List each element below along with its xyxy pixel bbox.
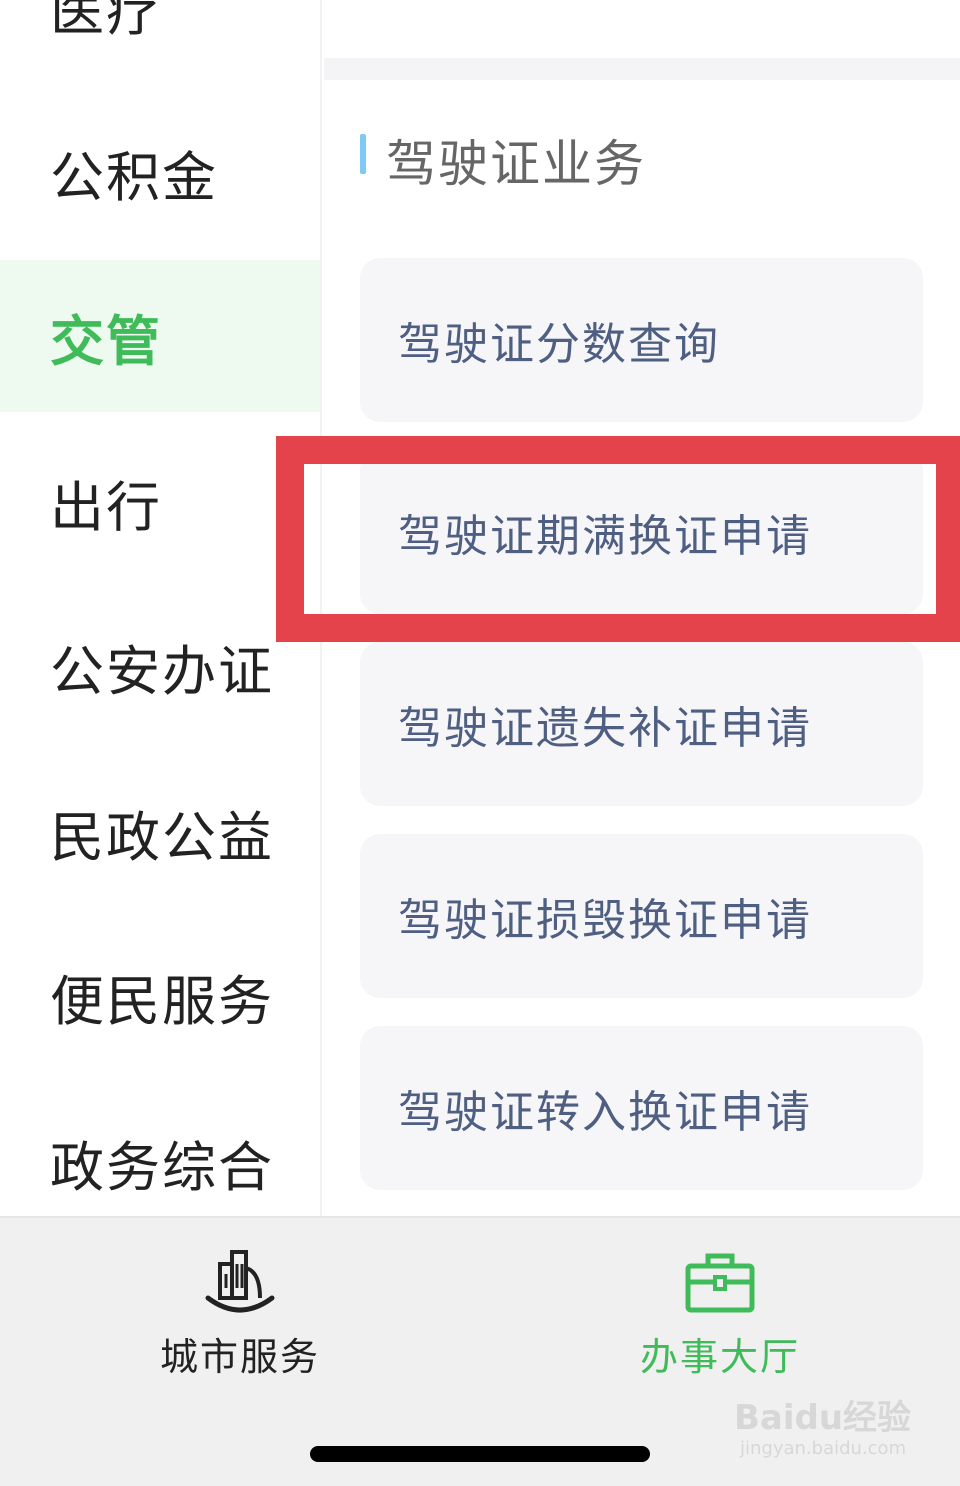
sidebar-item-label: 交管 [50,309,162,373]
briefcase-icon [685,1253,755,1313]
service-label: 驾驶证转入换证申请 [398,1087,812,1138]
service-label: 驾驶证分数查询 [398,319,720,370]
home-indicator[interactable] [310,1446,650,1462]
sidebar-item-label: 便民服务 [50,969,274,1033]
service-damage-replacement[interactable]: 驾驶证损毁换证申请 [360,834,923,998]
sidebar-item-convenience[interactable]: 便民服务 [0,920,320,1072]
city-building-icon [205,1250,275,1313]
sidebar-item-label: 出行 [50,475,162,539]
service-label: 驾驶证遗失补证申请 [398,703,812,754]
sidebar-item-housing-fund[interactable]: 公积金 [0,96,320,248]
sidebar-item-travel[interactable]: 出行 [0,426,320,578]
sidebar-item-label: 公积金 [50,145,218,209]
tab-city-services[interactable]: 城市服务 [90,1218,390,1398]
service-loss-replacement[interactable]: 驾驶证遗失补证申请 [360,642,923,806]
service-score-query[interactable]: 驾驶证分数查询 [360,258,923,422]
sidebar-item-government[interactable]: 政务综合 [0,1086,320,1216]
sidebar-item-label: 政务综合 [50,1135,274,1199]
section-accent-bar [360,134,366,174]
service-label: 驾驶证损毁换证申请 [398,895,812,946]
tab-label: 城市服务 [159,1335,320,1379]
sidebar-item-label: 公安办证 [50,639,274,703]
section-title: 驾驶证业务 [386,135,646,193]
watermark-url-text: jingyan.baidu.com [740,1438,907,1459]
sidebar-item-label: 医疗 [50,0,162,43]
baidu-watermark: Baidu经验 jingyan.baidu.com [734,1390,914,1470]
watermark-logo-text: Baidu经验 [734,1398,912,1438]
service-content: 驾驶证业务 驾驶证分数查询 驾驶证期满换证申请 驾驶证遗失补证申请 驾驶证损毁换… [324,0,960,1216]
service-expiry-renewal[interactable]: 驾驶证期满换证申请 [360,450,923,614]
sidebar-item-public-security[interactable]: 公安办证 [0,590,320,742]
sidebar-item-label: 民政公益 [50,805,274,869]
service-label: 驾驶证期满换证申请 [398,511,812,562]
sidebar-item-medical[interactable]: 医疗 [0,0,320,82]
service-transfer-renewal[interactable]: 驾驶证转入换证申请 [360,1026,923,1190]
section-divider [324,58,960,80]
category-sidebar: 医疗 公积金 交管 出行 公安办证 民政公益 便民服务 政务综合 [0,0,322,1216]
tab-service-hall[interactable]: 办事大厅 [570,1218,870,1398]
sidebar-item-civil-affairs[interactable]: 民政公益 [0,756,320,908]
tab-label: 办事大厅 [639,1335,800,1379]
sidebar-item-traffic[interactable]: 交管 [0,260,320,412]
